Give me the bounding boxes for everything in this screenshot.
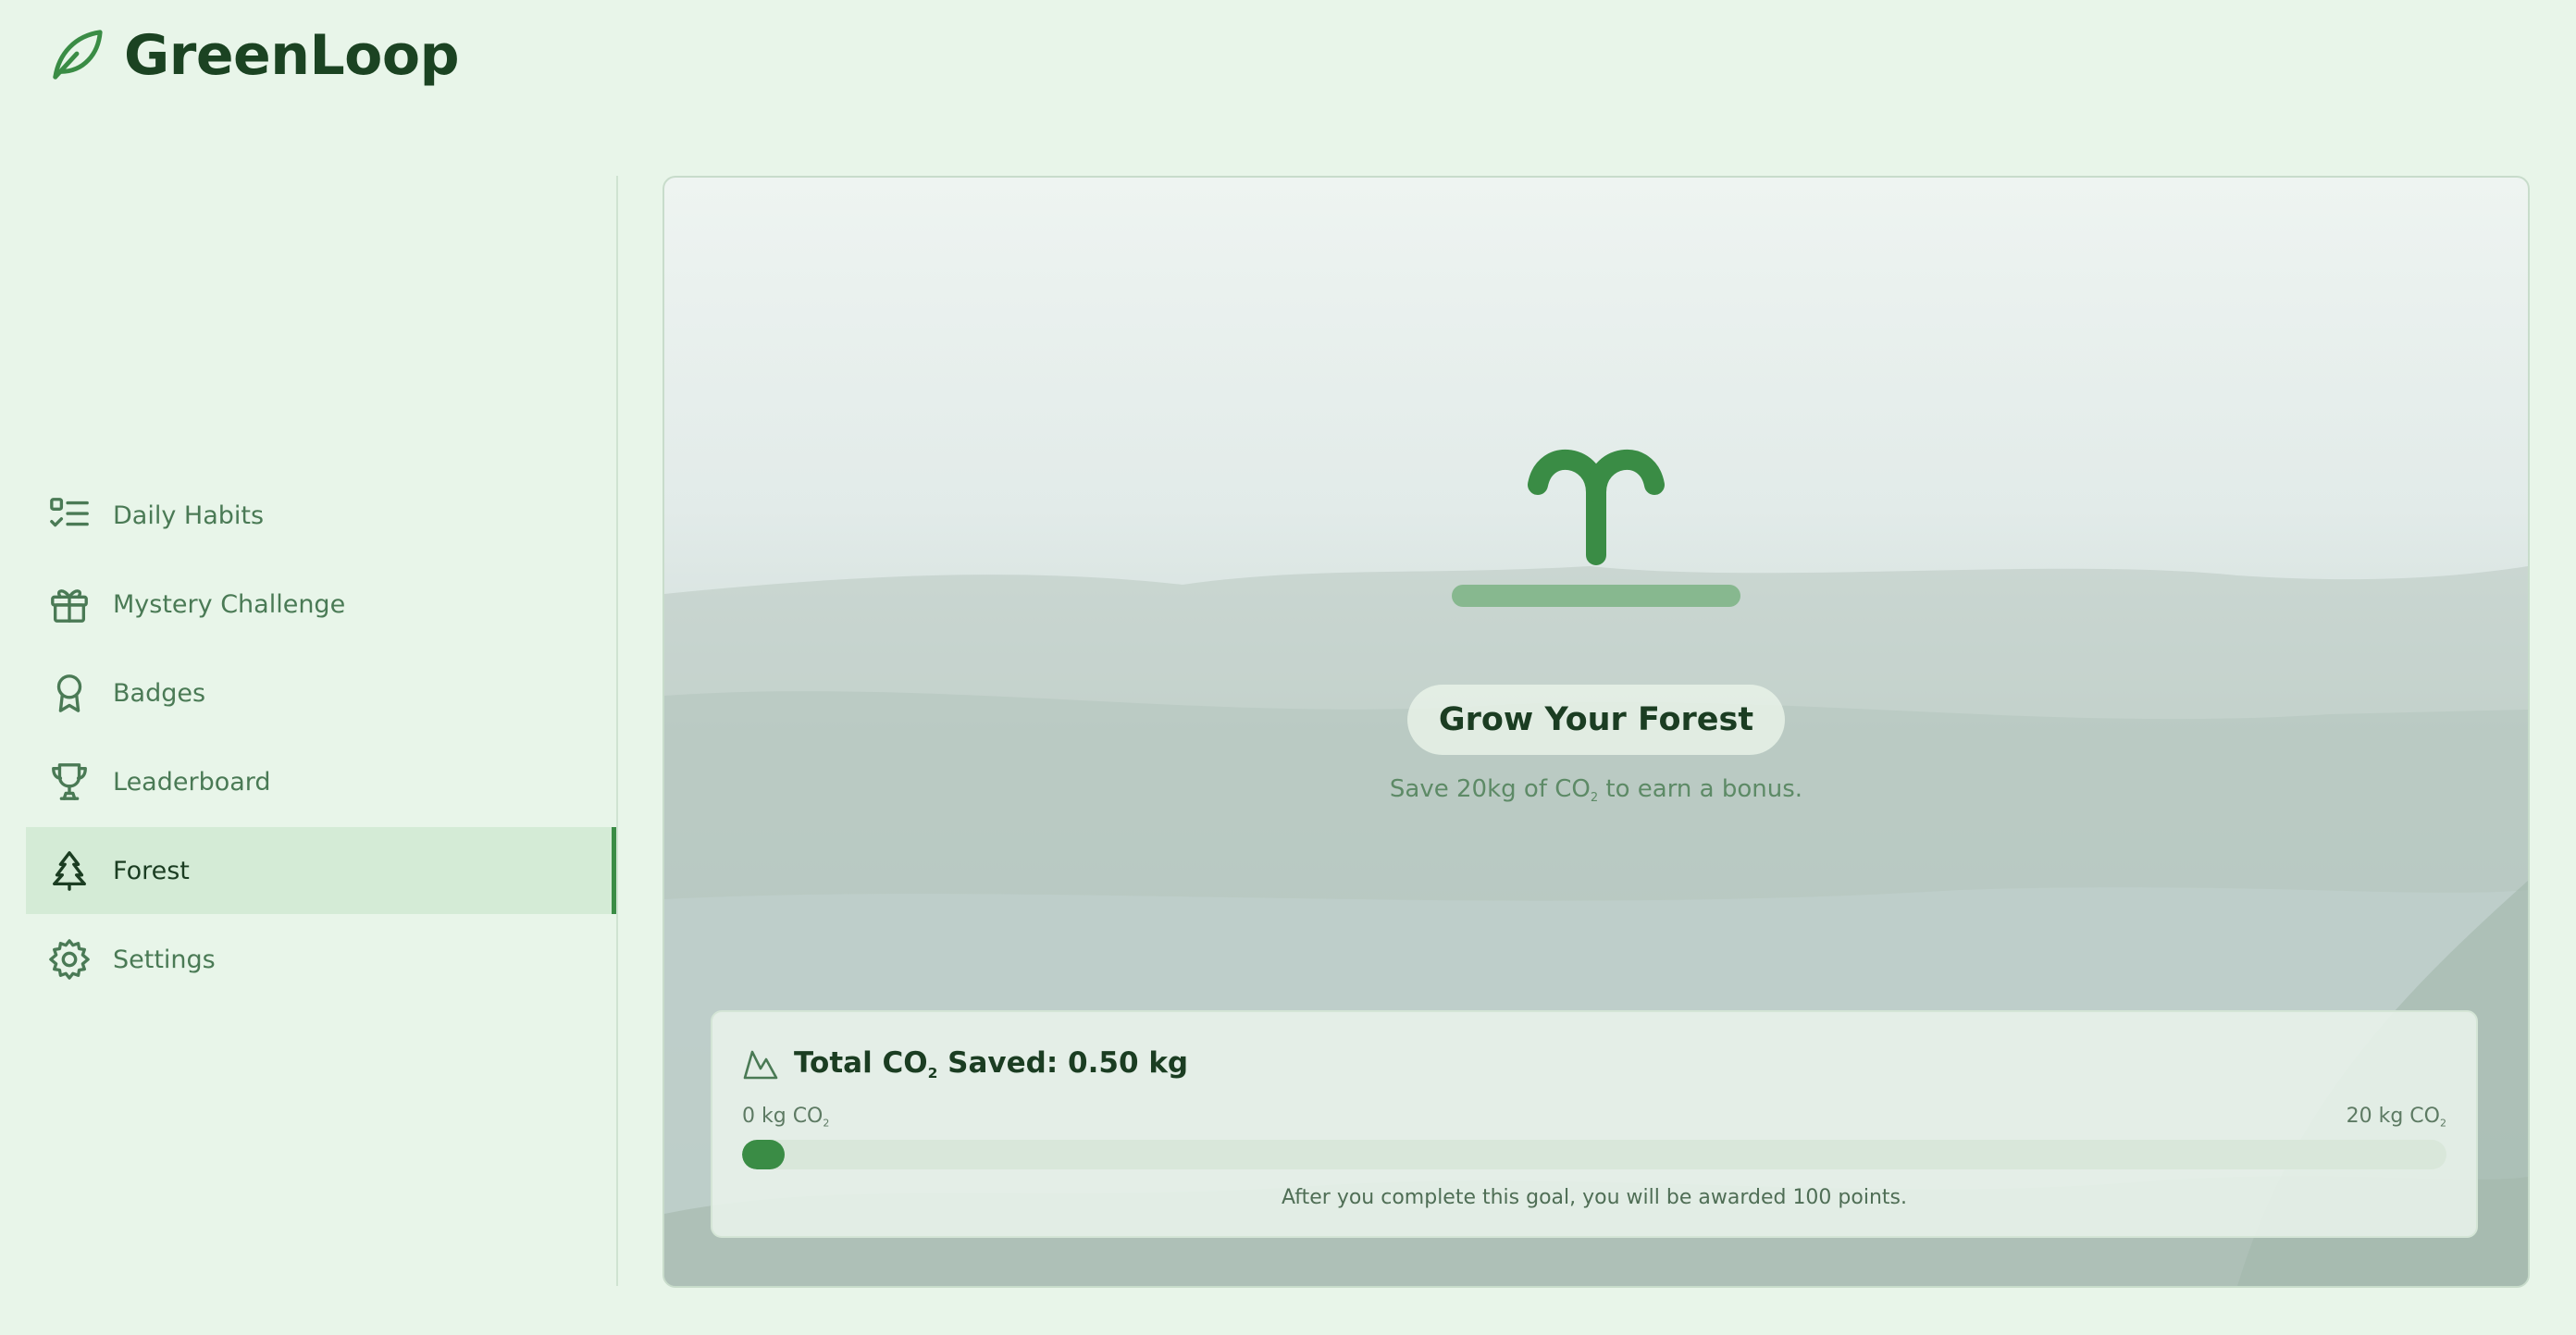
sidebar-item-label: Badges [113, 678, 206, 708]
forest-hero: Grow Your Forest Save 20kg of CO2 to ear… [664, 437, 2528, 805]
co2-progress-card: Total CO2 Saved: 0.50 kg 0 kg CO2 20 kg … [711, 1010, 2478, 1238]
gear-icon [48, 938, 91, 981]
co2-progress-fill [742, 1140, 786, 1170]
forest-panel: Grow Your Forest Save 20kg of CO2 to ear… [663, 176, 2530, 1288]
forest-subtitle: Save 20kg of CO2 to earn a bonus. [1389, 775, 1803, 806]
sprout-icon [664, 437, 2528, 566]
sidebar-item-leaderboard[interactable]: Leaderboard [26, 738, 616, 825]
checklist-icon [48, 494, 91, 537]
sidebar-item-badges[interactable]: Badges [26, 649, 616, 736]
leaf-icon [48, 27, 105, 84]
sidebar-item-label: Daily Habits [113, 501, 265, 530]
brand: GreenLoop [48, 20, 460, 91]
app-name: GreenLoop [124, 23, 460, 88]
sidebar-item-settings[interactable]: Settings [26, 916, 616, 1003]
sidebar-item-daily-habits[interactable]: Daily Habits [26, 472, 616, 559]
sidebar-nav: Daily Habits Mystery Challenge Badges Le… [26, 472, 616, 1005]
gift-icon [48, 583, 91, 625]
badge-ribbon-icon [48, 672, 91, 714]
sidebar-item-label: Mystery Challenge [113, 589, 346, 619]
sidebar-item-label: Forest [113, 856, 190, 885]
forest-title: Grow Your Forest [1406, 685, 1786, 755]
soil-bar [1452, 585, 1740, 607]
sidebar: Daily Habits Mystery Challenge Badges Le… [26, 176, 618, 1286]
co2-progress-bar [742, 1140, 2446, 1170]
tree-icon [48, 849, 91, 892]
co2-total: Total CO2 Saved: 0.50 kg [742, 1045, 2446, 1082]
sidebar-item-mystery-challenge[interactable]: Mystery Challenge [26, 561, 616, 648]
goal-reward-note: After you complete this goal, you will b… [1282, 1186, 1907, 1210]
sidebar-item-forest[interactable]: Forest [26, 827, 616, 914]
progress-max-label: 20 kg CO2 [2346, 1105, 2446, 1130]
sidebar-item-label: Leaderboard [113, 767, 271, 797]
progress-min-label: 0 kg CO2 [742, 1105, 830, 1130]
mountain-icon [742, 1045, 779, 1082]
sidebar-item-label: Settings [113, 945, 216, 974]
trophy-icon [48, 760, 91, 803]
progress-range: 0 kg CO2 20 kg CO2 [742, 1105, 2446, 1129]
